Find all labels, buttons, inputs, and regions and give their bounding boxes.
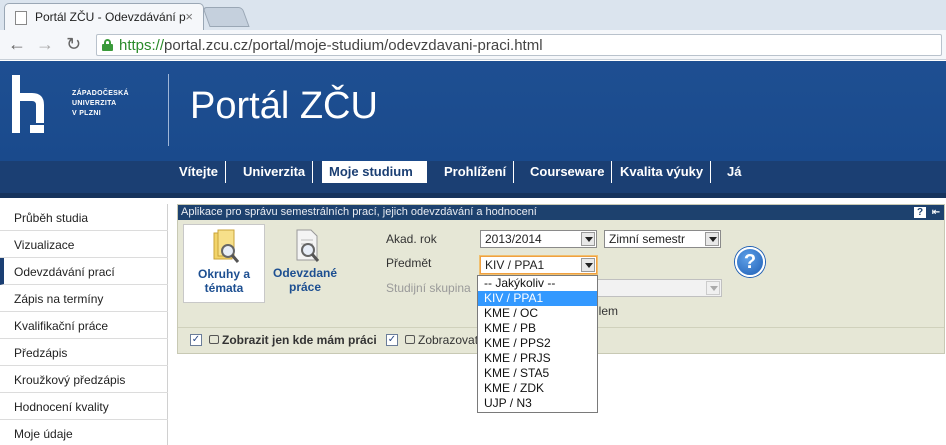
akad-rok-value: 2013/2014 [485,232,542,246]
predmet-dropdown-list: -- Jakýkoliv -- KIV / PPA1 KME / OC KME … [477,275,598,413]
sidebar-item-moje-udaje[interactable]: Moje údaje [0,420,168,445]
sidebar-item-vizualizace[interactable]: Vizualizace [0,231,168,258]
site-header: ZÁPADOČESKÁ UNIVERZITA V PLZNI Portál ZČ… [0,61,946,161]
tab-close-icon[interactable]: × [185,9,193,24]
chevron-down-icon [706,281,720,295]
logo-line-1: ZÁPADOČESKÁ [72,90,129,97]
predmet-select[interactable]: KIV / PPA1 [480,256,597,274]
browser-tab-title: Portál ZČU - Odevzdávání p [35,10,186,24]
predmet-value: KIV / PPA1 [485,258,545,272]
address-url: https://portal.zcu.cz/portal/moje-studiu… [119,37,543,54]
zobrazovat-checkbox[interactable]: ✓ [386,334,398,346]
browser-tabbar: Portál ZČU - Odevzdávání p × [0,0,946,30]
studijni-skupina-label: Studijní skupina [386,281,471,295]
forward-arrow-icon[interactable]: → [36,34,54,55]
semestr-select[interactable]: Zimní semestr [604,230,721,248]
odevzdane-prace-label: Odevzdané práce [265,266,345,294]
top-navigation: Vítejte Univerzita Moje studium Prohlíže… [0,161,946,198]
predmet-label: Předmět [386,256,432,270]
browser-toolbar: ← → ↻ https://portal.zcu.cz/portal/moje-… [0,30,946,60]
dropdown-option[interactable]: -- Jakýkoliv -- [478,276,597,291]
partial-hidden-text: ilem [596,304,619,318]
nav-vitejte[interactable]: Vítejte [172,161,227,183]
zobrazit-jen-label: Zobrazit jen kde mám práci [222,333,377,347]
odevzdane-prace-button[interactable]: Odevzdané práce [265,224,347,303]
studijni-skupina-select[interactable] [596,279,722,297]
zobrazovat-label: Zobrazovat [418,333,479,347]
sidebar-item-kvalifikacni-prace[interactable]: Kvalifikační práce [0,312,168,339]
comment-icon [209,335,219,344]
semestr-value: Zimní semestr [609,232,686,246]
chevron-down-icon [581,232,595,246]
dropdown-option[interactable]: KME / STA5 [478,366,597,381]
url-path: portal.zcu.cz/portal/moje-studium/odevzd… [164,37,543,54]
dropdown-option[interactable]: UJP / N3 [478,396,597,411]
okruhy-label-line-2: témata [204,281,244,295]
nav-univerzita[interactable]: Univerzita [236,161,314,183]
sidebar-item-zapis-na-terminy[interactable]: Zápis na termíny [0,285,168,312]
comment-icon [405,335,415,344]
sidebar: Průběh studia Vizualizace Odevzdávání pr… [0,204,168,445]
akad-rok-label: Akad. rok [386,232,437,246]
sidebar-item-odevzdavani-praci[interactable]: Odevzdávání prací [0,258,168,285]
okruhy-a-temata-label: Okruhy a témata [184,267,264,295]
sidebar-item-predzapis[interactable]: Předzápis [0,339,168,366]
nav-prohlizeni[interactable]: Prohlížení [437,161,515,183]
folder-search-icon [213,229,240,263]
sidebar-item-krouzkovy-predzapis[interactable]: Kroužkový předzápis [0,366,168,393]
logo-line-3: V PLZNI [72,110,101,117]
okruhy-label-line-1: Okruhy a [197,267,251,281]
lock-icon [102,39,113,51]
dropdown-option[interactable]: KME / OC [478,306,597,321]
nav-moje-studium[interactable]: Moje studium [322,161,427,183]
dropdown-option[interactable]: KME / PPS2 [478,336,597,351]
page: Portál ZČU - Odevzdávání p × ← → ↻ https… [0,0,946,445]
panel-title-text: Aplikace pro správu semestrálních prací,… [181,206,537,218]
help-small-icon[interactable]: ? [914,207,926,218]
new-tab-button[interactable] [202,7,250,27]
dropdown-option[interactable]: KME / PB [478,321,597,336]
odevzdane-label-line-1: Odevzdané [272,266,338,280]
odevzdane-label-line-2: práce [288,280,322,294]
akad-rok-select[interactable]: 2013/2014 [480,230,597,248]
collapse-arrow-icon[interactable]: ⇤ [930,207,942,218]
sidebar-item-prubeh-studia[interactable]: Průběh studia [0,204,168,231]
dropdown-option[interactable]: KME / ZDK [478,381,597,396]
dropdown-option-selected[interactable]: KIV / PPA1 [478,291,597,306]
nav-courseware[interactable]: Courseware [523,161,613,183]
help-icon[interactable]: ? [735,247,765,277]
panel-title: Aplikace pro správu semestrálních prací,… [178,205,944,220]
zobrazit-jen-checkbox[interactable]: ✓ [190,334,202,346]
chevron-down-icon [705,232,719,246]
back-arrow-icon[interactable]: ← [8,34,26,55]
reload-icon[interactable]: ↻ [66,34,81,55]
university-logo-icon[interactable] [12,75,52,133]
browser-tab[interactable]: Portál ZČU - Odevzdávání p × [4,3,204,30]
logo-line-2: UNIVERZITA [72,100,117,107]
sidebar-item-hodnoceni-kvality[interactable]: Hodnocení kvality [0,393,168,420]
okruhy-a-temata-button[interactable]: Okruhy a témata [183,224,265,303]
nav-ja[interactable]: Já [720,161,748,183]
nav-kvalita-vyuky[interactable]: Kvalita výuky [613,161,712,183]
document-search-icon [296,229,320,262]
address-bar[interactable]: https://portal.zcu.cz/portal/moje-studiu… [96,34,942,56]
url-scheme: https:// [119,37,165,54]
header-divider [168,74,169,146]
dropdown-option[interactable]: KME / PRJS [478,351,597,366]
portal-title: Portál ZČU [190,85,378,127]
page-favicon-icon [15,11,27,25]
university-name: ZÁPADOČESKÁ UNIVERZITA V PLZNI [72,89,129,119]
chevron-down-icon [581,258,595,272]
